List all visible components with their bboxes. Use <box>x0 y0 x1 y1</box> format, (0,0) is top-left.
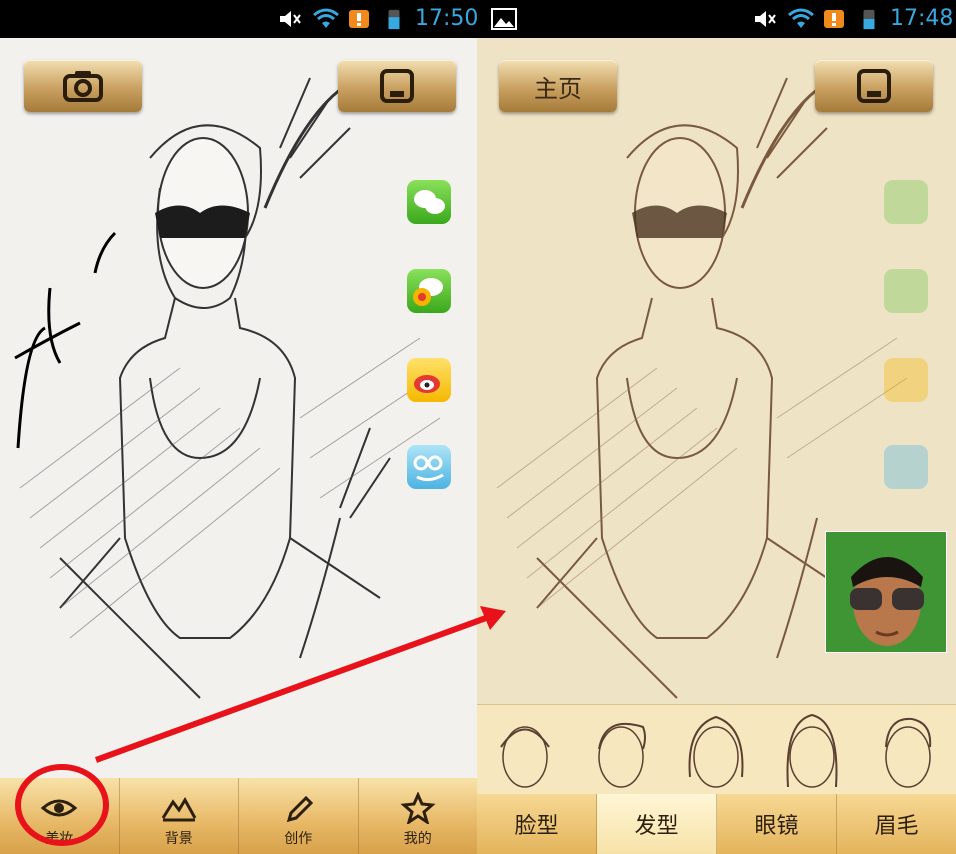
wifi-icon <box>788 8 814 28</box>
right-screen: 17:48 主页 脸型 发型 眼镜 眉毛 <box>477 0 956 854</box>
tab-face-shape[interactable]: 脸型 <box>477 794 597 854</box>
star-icon <box>400 792 436 824</box>
bottom-nav: 美妆 背景 创作 我的 <box>0 778 477 854</box>
status-bar: 17:50 <box>0 0 477 38</box>
hairstyle-picker <box>477 704 956 794</box>
moments-icon[interactable] <box>407 269 451 313</box>
save-button[interactable] <box>815 60 933 112</box>
nav-makeup-label: 美妆 <box>45 831 74 847</box>
hairstyle-option[interactable] <box>776 707 848 793</box>
hairstyle-option[interactable] <box>872 707 944 793</box>
tab-hairstyle[interactable]: 发型 <box>597 794 717 854</box>
nav-background-label: 背景 <box>164 831 193 847</box>
battery-icon <box>388 9 400 30</box>
weibo-icon[interactable] <box>407 358 451 402</box>
hairstyle-option[interactable] <box>585 707 657 793</box>
qzone-icon[interactable] <box>407 445 451 489</box>
wechat-icon[interactable] <box>407 180 451 224</box>
camera-icon <box>63 71 103 102</box>
sketch-artwork <box>14 76 441 699</box>
save-button[interactable] <box>338 60 456 112</box>
eye-icon <box>40 799 78 817</box>
battery-icon <box>863 9 875 30</box>
nav-background[interactable]: 背景 <box>120 778 239 854</box>
hairstyle-option[interactable] <box>680 707 752 793</box>
home-button[interactable]: 主页 <box>499 60 617 112</box>
portrait-photo <box>826 532 946 652</box>
alert-icon <box>824 10 844 28</box>
nav-makeup[interactable]: 美妆 <box>0 778 120 854</box>
left-screen: 17:50 美妆 背景 创作 我的 <box>0 0 477 854</box>
alert-icon <box>349 10 369 28</box>
status-time: 17:50 <box>415 6 477 31</box>
save-icon <box>857 69 891 103</box>
nav-create-label: 创作 <box>284 831 313 847</box>
wifi-icon <box>313 8 339 28</box>
screenshot-composite: 17:50 美妆 背景 创作 我的 17:48 主页 脸型 发型 眼镜 眉毛 <box>0 0 956 854</box>
status-time: 17:48 <box>890 6 954 31</box>
tab-eyebrows[interactable]: 眉毛 <box>837 794 956 854</box>
nav-mine-label: 我的 <box>403 831 432 847</box>
save-icon <box>380 69 414 103</box>
home-button-label: 主页 <box>534 74 582 103</box>
sepia-canvas: 主页 <box>477 38 956 704</box>
hairstyle-option[interactable] <box>489 707 561 793</box>
tab-glasses[interactable]: 眼镜 <box>717 794 837 854</box>
feature-tabs: 脸型 发型 眼镜 眉毛 <box>477 794 956 854</box>
mute-icon <box>755 11 776 27</box>
mountain-icon <box>161 797 197 822</box>
status-bar: 17:48 <box>477 0 956 38</box>
nav-mine[interactable]: 我的 <box>359 778 478 854</box>
mute-icon <box>280 11 301 27</box>
source-photo-thumbnail[interactable] <box>825 531 947 653</box>
pencil-icon <box>287 795 314 823</box>
camera-button[interactable] <box>24 60 142 112</box>
sketch-canvas <box>0 38 477 778</box>
picture-icon <box>491 8 517 30</box>
nav-create[interactable]: 创作 <box>239 778 359 854</box>
